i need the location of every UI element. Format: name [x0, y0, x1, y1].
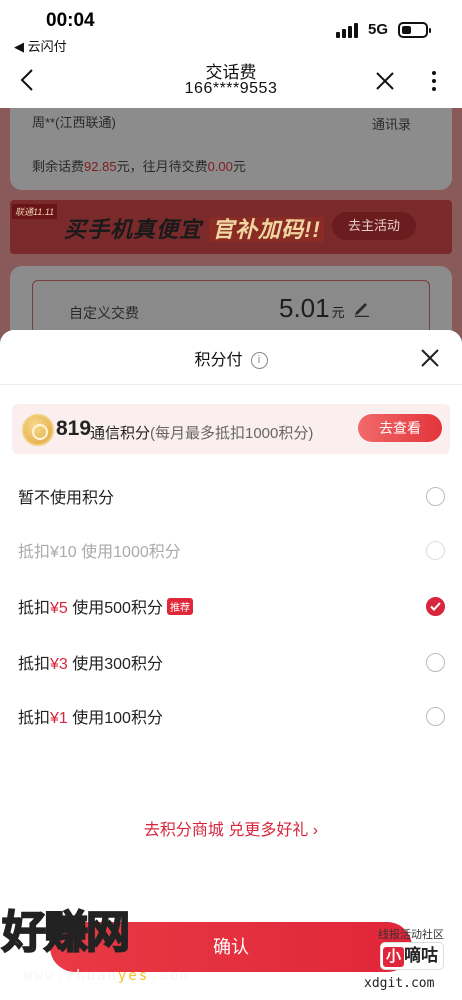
points-mall-link[interactable]: 去积分商城 兑更多好礼 › [0, 816, 462, 840]
option-text: 暂不使用积分 [18, 490, 115, 507]
view-points-button[interactable]: 去查看 [358, 414, 442, 442]
watermark-logo-left: 好赚网 [1, 907, 131, 958]
custom-amount-unit: 元 [331, 305, 345, 320]
option-suffix: 使用300积分 [67, 656, 163, 673]
balance-text: 剩余话费92.85元，往月待交费0.00元 [32, 156, 246, 175]
banner-text-main: 买手机真便宜 [64, 217, 203, 242]
radio-unchecked[interactable] [426, 707, 445, 726]
points-label: 通信积分 [90, 425, 151, 442]
option-no-points[interactable]: 暂不使用积分 [0, 470, 462, 524]
chevron-right-icon: › [312, 822, 319, 839]
banner-tag: 联通11.11 [12, 204, 58, 219]
option-amount: ¥1 [50, 710, 68, 727]
points-note: (每月最多抵扣1000积分) [150, 425, 314, 442]
radio-unchecked[interactable] [426, 487, 445, 506]
edit-icon[interactable] [353, 299, 371, 317]
option-label: 暂不使用积分 [18, 484, 114, 508]
nav-bar: 交话费 166****9553 [0, 56, 462, 108]
wm-url-b: yes [117, 968, 150, 984]
option-deduct-1[interactable]: 抵扣¥1 使用100积分 [0, 690, 462, 744]
option-suffix: 使用100积分 [67, 710, 163, 727]
option-suffix: 使用500积分 [67, 600, 163, 617]
option-label: 抵扣¥1 使用100积分 [18, 704, 163, 728]
option-deduct-3[interactable]: 抵扣¥3 使用300积分 [0, 636, 462, 690]
promo-banner[interactable]: 联通11.11 买手机真便宜 官补加码!! 去主活动 [10, 200, 452, 254]
banner-text: 买手机真便宜 官补加码!! [64, 212, 324, 244]
watermark-url-left: www.zhuanyes.com [24, 968, 191, 984]
contacts-link[interactable]: 通讯录 [372, 114, 411, 133]
sheet-title: 积分付 [194, 352, 243, 369]
option-text: 抵扣 [18, 656, 51, 673]
balance-mid: 元，往月待交费 [116, 159, 208, 174]
close-icon[interactable] [374, 70, 396, 92]
radio-checked[interactable] [426, 597, 445, 616]
account-card: 周**(江西联通) 通讯录 剩余话费92.85元，往月待交费0.00元 [10, 108, 452, 190]
option-amount: ¥3 [50, 656, 68, 673]
wm-url-c: .com [149, 968, 191, 984]
info-icon[interactable]: i [250, 352, 268, 370]
banner-button[interactable]: 去主活动 [332, 212, 416, 240]
account-owner: 周**(江西联通) [32, 115, 116, 130]
background-page: 周**(江西联通) 通讯录 剩余话费92.85元，往月待交费0.00元 联通11… [0, 108, 462, 338]
divider [0, 384, 462, 385]
banner-text-highlight: 官补加码!! [209, 217, 324, 242]
option-label: 抵扣¥3 使用300积分 [18, 650, 163, 674]
option-deduct-10: 抵扣¥10 使用1000积分 [0, 524, 462, 578]
custom-amount-value: 5.01 [279, 293, 330, 323]
watermark-url-right: xdgit.com [364, 976, 435, 991]
custom-pay-card: 自定义交费 5.01 元 [10, 266, 452, 338]
option-text: 抵扣 [18, 710, 51, 727]
check-icon [430, 602, 441, 611]
wm-logo-a: 小 [383, 947, 405, 967]
status-time: 00:04 [46, 10, 95, 31]
network-type: 5G [368, 21, 389, 38]
points-summary: 819 通信积分 (每月最多抵扣1000积分) 去查看 [12, 404, 450, 454]
balance-prefix: 剩余话费 [32, 159, 85, 174]
wm-url-a: www.zhuan [24, 968, 118, 984]
coin-icon [22, 414, 54, 446]
points-value: 819 [56, 417, 92, 440]
wm-logo-b: 嘀咕 [404, 946, 439, 965]
option-text: 抵扣 [18, 600, 51, 617]
watermark-tag-right: 线报活动社区 [378, 929, 444, 941]
option-text: 抵扣¥10 使用1000积分 [18, 544, 181, 561]
option-amount: ¥5 [50, 600, 68, 617]
pending-amount: 0.00 [207, 159, 233, 174]
option-deduct-5[interactable]: 抵扣¥5 使用500积分 推荐 [0, 580, 462, 634]
back-to-app-link[interactable]: ◀ 云闪付 [14, 36, 67, 55]
more-icon[interactable] [424, 68, 444, 96]
balance-suffix: 元 [232, 159, 246, 174]
sheet-header: 积分付 i [0, 346, 462, 370]
watermark-logo-right: 小嘀咕 [380, 942, 444, 970]
mall-link-text: 去积分商城 兑更多好礼 [143, 822, 309, 839]
sheet-close-icon[interactable] [420, 348, 440, 368]
signal-icon [336, 22, 362, 38]
option-label: 抵扣¥10 使用1000积分 [18, 538, 181, 562]
recommend-badge: 推荐 [166, 598, 193, 615]
radio-unchecked[interactable] [426, 653, 445, 672]
custom-label: 自定义交费 [69, 305, 139, 321]
custom-amount: 5.01 元 [279, 293, 345, 324]
option-label: 抵扣¥5 使用500积分 推荐 [18, 594, 193, 618]
battery-icon [398, 22, 431, 38]
radio-disabled [426, 541, 445, 560]
status-bar: 00:04 ◀ 云闪付 5G [0, 0, 462, 56]
balance-amount: 92.85 [84, 159, 117, 174]
